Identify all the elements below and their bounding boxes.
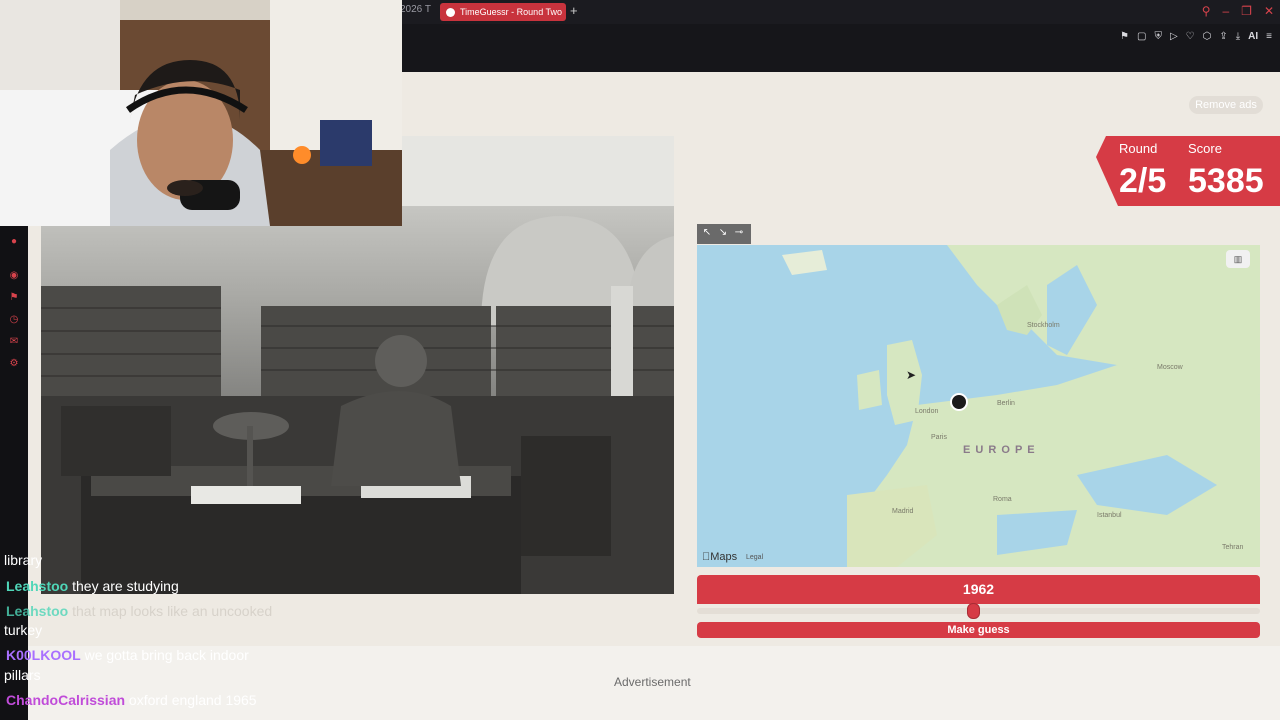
- city-berlin: Berlin: [997, 400, 1015, 407]
- chat-text: they are studying: [72, 578, 179, 594]
- city-london: London: [915, 408, 938, 415]
- chat-text: that map looks like an uncooked: [72, 603, 273, 619]
- remove-ads-button[interactable]: Remove ads: [1189, 96, 1263, 114]
- tab-timeguessr[interactable]: TimeGuessr - Round Two: [440, 3, 566, 21]
- record-icon[interactable]: ●: [7, 236, 21, 250]
- browser-toolbar: ⚑ ▢ ⛨ ▷ ♡ ⬡ ⇪ ⤓ AI ≡: [1120, 31, 1272, 43]
- ai-button[interactable]: AI: [1248, 31, 1258, 43]
- year-display: 1962: [697, 575, 1260, 604]
- maps-brand: Maps: [702, 551, 737, 563]
- minimize-icon[interactable]: –: [1222, 4, 1229, 18]
- chat-username[interactable]: Leahstoo: [6, 578, 68, 594]
- clock-icon[interactable]: ◷: [7, 314, 21, 328]
- city-stockholm: Stockholm: [1027, 322, 1060, 329]
- chat-text: oxford england 1965: [128, 692, 257, 708]
- map-region-label: E U R O P E: [963, 444, 1036, 456]
- chat-message: ChandoCalrissian oxford england 1965: [6, 692, 257, 708]
- chat-message-wrap: turkey: [4, 622, 42, 638]
- make-guess-button[interactable]: Make guess: [697, 622, 1260, 638]
- city-roma: Roma: [993, 496, 1012, 503]
- screenshot-icon[interactable]: ▢: [1137, 31, 1146, 43]
- bookmark-icon[interactable]: ⚑: [1120, 31, 1129, 43]
- guess-map[interactable]: Stockholm Moscow London Berlin Paris Rom…: [697, 245, 1260, 567]
- window-controls: ⚲ – ❐ ✕: [1202, 4, 1274, 18]
- timeguessr-favicon-icon: [446, 7, 455, 17]
- chat-text: pillars: [4, 667, 41, 683]
- share-icon[interactable]: ⇪: [1219, 31, 1227, 43]
- map-controls: ↖ ↘ ⊸: [697, 224, 751, 244]
- chat-text: we gotta bring back indoor: [84, 647, 249, 663]
- chat-username[interactable]: Leahstoo: [6, 603, 68, 619]
- city-tehran: Tehran: [1222, 544, 1244, 551]
- new-tab-plus-icon[interactable]: +: [570, 4, 578, 18]
- europe-map-svg: Stockholm Moscow London Berlin Paris Rom…: [697, 245, 1260, 567]
- expand-map-icon[interactable]: ↖: [701, 226, 713, 240]
- guess-pin-icon[interactable]: [950, 393, 968, 411]
- shrink-map-icon[interactable]: ↘: [717, 226, 729, 240]
- city-moscow: Moscow: [1157, 364, 1184, 371]
- round-label: Round: [1119, 141, 1158, 156]
- chat-icon[interactable]: ✉: [7, 336, 21, 350]
- year-slider-thumb[interactable]: [966, 603, 980, 619]
- tab-previous[interactable]: 2026 T: [400, 4, 431, 15]
- score-label: Score: [1188, 141, 1222, 156]
- mouse-cursor-icon: ➤: [906, 368, 917, 382]
- webcam-overlay: [0, 0, 402, 226]
- chat-message: K00LKOOL we gotta bring back indoor: [6, 647, 249, 663]
- city-paris: Paris: [931, 434, 947, 441]
- chat-message-wrap: pillars: [4, 667, 41, 683]
- streamer-webcam-image: [0, 0, 402, 226]
- chat-username[interactable]: K00LKOOL: [6, 647, 81, 663]
- download-icon[interactable]: ⤓: [1236, 31, 1240, 43]
- chat-message-fragment: library: [4, 552, 42, 568]
- chat-message: Leahstoo they are studying: [6, 578, 179, 594]
- chat-message: Leahstoo that map looks like an uncooked: [6, 603, 272, 619]
- extensions-icon[interactable]: ⬡: [1203, 31, 1212, 43]
- apple-maps-logo: Maps: [702, 551, 737, 563]
- pin-map-icon[interactable]: ⊸: [733, 226, 745, 240]
- shield-icon[interactable]: ⛨: [1154, 31, 1162, 43]
- restore-icon[interactable]: ❐: [1241, 4, 1252, 18]
- score-value: 5385: [1188, 162, 1264, 200]
- maps-legal-link[interactable]: Legal: [746, 554, 763, 561]
- map-layer-button[interactable]: ▥: [1226, 250, 1250, 268]
- root: { "browser": { "prev_tab_fragment": "202…: [0, 0, 1280, 720]
- chat-username[interactable]: ChandoCalrissian: [6, 692, 125, 708]
- tab-title: TimeGuessr - Round Two: [460, 7, 563, 17]
- stream-chat: library Leahstoo they are studying Leahs…: [0, 550, 400, 720]
- round-value: 2/5: [1119, 162, 1167, 200]
- settings-gear-icon[interactable]: ⚙: [7, 358, 21, 372]
- play-circle-icon[interactable]: ◉: [7, 270, 21, 284]
- city-istanbul: Istanbul: [1097, 512, 1122, 519]
- heart-icon[interactable]: ♡: [1186, 31, 1195, 43]
- chat-text: library: [4, 552, 43, 568]
- flag-icon[interactable]: ⚑: [7, 292, 21, 306]
- menu-icon[interactable]: ≡: [1266, 31, 1272, 43]
- play-icon[interactable]: ▷: [1170, 31, 1178, 43]
- city-madrid: Madrid: [892, 508, 914, 515]
- advertisement-label: Advertisement: [614, 675, 691, 689]
- close-icon[interactable]: ✕: [1264, 4, 1274, 18]
- search-icon[interactable]: ⚲: [1202, 4, 1211, 18]
- chat-text: turkey: [4, 622, 43, 638]
